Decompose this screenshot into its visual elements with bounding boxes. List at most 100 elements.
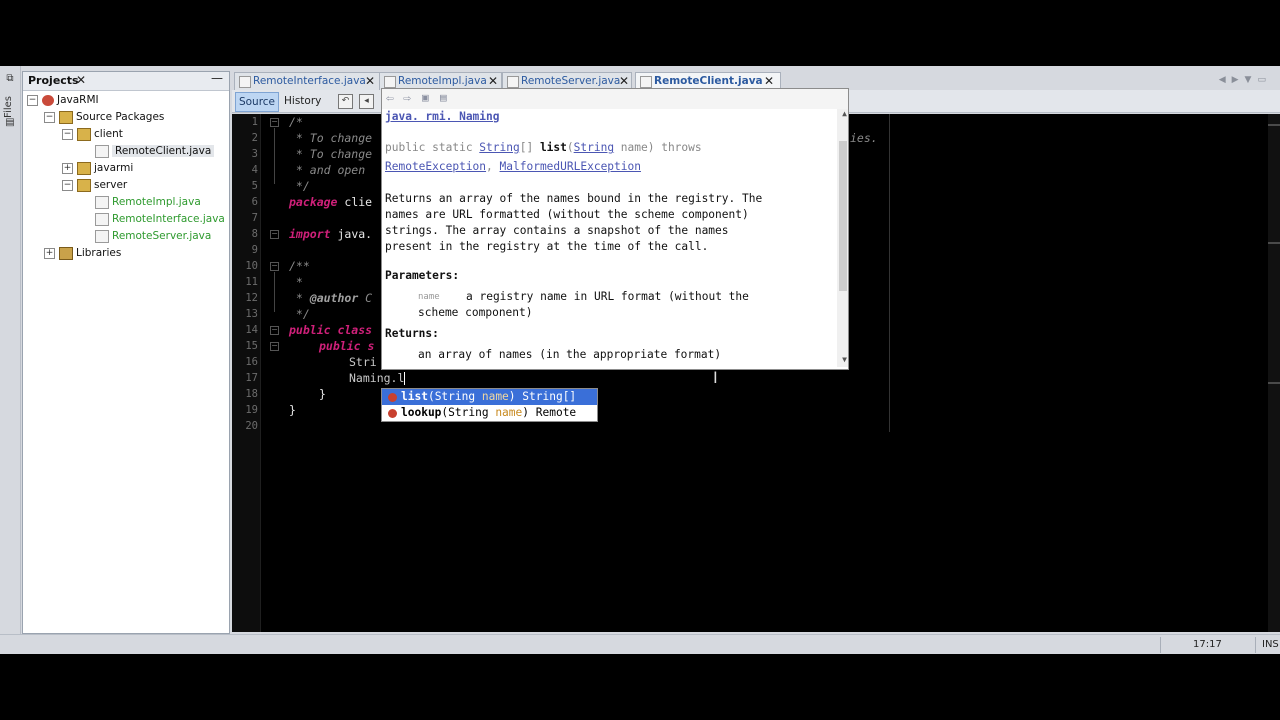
code-line-6: package clie (289, 195, 373, 209)
code-line-16: Stri (349, 355, 377, 369)
scroll-up-icon[interactable]: ▲ (842, 109, 847, 118)
line-number: 14 (245, 324, 258, 336)
line-number: 6 (251, 196, 258, 208)
code-line-13: */ (289, 307, 310, 321)
status-bar: 17:17 INS (0, 634, 1280, 654)
package-icon (77, 127, 91, 141)
line-number: 12 (245, 292, 258, 304)
javadoc-description: Returns an array of the names bound in t… (385, 192, 763, 205)
method-icon (388, 392, 397, 402)
last-edit-icon[interactable]: ↶ (338, 94, 353, 109)
javadoc-param-name: name (418, 292, 440, 302)
scroll-down-icon[interactable]: ▼ (842, 355, 847, 364)
expand-icon[interactable]: + (44, 247, 55, 259)
error-stripe-mark (1268, 124, 1280, 126)
back-icon[interactable]: ◂ (359, 94, 374, 109)
javadoc-description: strings. The array contains a snapshot o… (385, 224, 729, 237)
open-source-icon[interactable]: ▤ (440, 91, 447, 104)
minimize-icon[interactable]: — (211, 71, 223, 85)
files-window-tab[interactable]: Files (3, 96, 14, 118)
code-line-3: * To change (289, 147, 373, 161)
fold-icon[interactable]: − (270, 342, 279, 351)
tree-node-source-packages[interactable]: − Source Packages (44, 109, 164, 125)
close-tab-icon[interactable]: ✕ (365, 73, 375, 90)
line-number: 11 (245, 276, 258, 288)
text-caret (404, 372, 406, 385)
tree-node-remoteserver[interactable]: RemoteServer.java (95, 228, 211, 244)
line-number: 4 (251, 164, 258, 176)
javadoc-description: names are URL formatted (without the sch… (385, 208, 749, 221)
line-number: 20 (245, 420, 258, 432)
line-number: 19 (245, 404, 258, 416)
status-separator (1160, 637, 1161, 653)
fold-icon[interactable]: − (270, 262, 279, 271)
fold-icon[interactable]: − (270, 326, 279, 335)
collapse-icon[interactable]: − (62, 128, 73, 140)
projects-window-icon[interactable]: ⧉ (3, 72, 17, 86)
error-stripe-mark (1268, 382, 1280, 384)
expand-icon[interactable]: + (62, 162, 73, 174)
tree-node-javarmi-package[interactable]: + javarmi (62, 160, 133, 176)
tree-node-client[interactable]: − client (62, 126, 123, 142)
editor-scrollbar[interactable] (1268, 114, 1280, 632)
side-strip: ⧉ Files ▤ (0, 66, 21, 654)
line-number: 7 (251, 212, 258, 224)
tree-node-remoteimpl[interactable]: RemoteImpl.java (95, 194, 201, 210)
javadoc-popup: ⇦ ⇨ ▣ ▤ java. rmi. Naming public static … (381, 88, 849, 370)
close-icon[interactable]: ✕ (76, 73, 86, 87)
collapse-icon[interactable]: − (27, 94, 38, 106)
tree-node-server[interactable]: − server (62, 177, 127, 193)
completion-item-lookup[interactable]: lookup(String name) Remote (382, 405, 597, 421)
projects-panel: Projects ✕ — − JavaRMI − Source Packages −… (22, 71, 230, 634)
tree-node-remoteinterface[interactable]: RemoteInterface.java (95, 211, 225, 227)
java-file-icon (640, 76, 652, 88)
text-cursor-icon: I (713, 368, 718, 387)
tree-node-remoteclient[interactable]: RemoteClient.java (95, 143, 215, 159)
tree-node-javarmi[interactable]: − JavaRMI (27, 92, 99, 108)
scroll-thumb[interactable] (839, 141, 847, 291)
show-in-browser-icon[interactable]: ▣ (422, 91, 429, 104)
javadoc-params-label: Parameters: (385, 269, 460, 282)
javadoc-description: present in the registry at the time of t… (385, 240, 709, 253)
services-window-icon[interactable]: ▤ (3, 116, 17, 130)
line-number: 8 (251, 228, 258, 240)
code-line-18: } (319, 387, 326, 401)
tab-navigation-icons[interactable]: ◀▶▼▭ (1219, 75, 1272, 85)
package-icon (77, 178, 91, 192)
insert-mode: INS (1262, 639, 1279, 650)
javadoc-scrollbar[interactable]: ▲ ▼ (837, 109, 848, 367)
source-button[interactable]: Source (235, 92, 279, 112)
caret-position: 17:17 (1193, 639, 1222, 650)
completion-item-list[interactable]: list(String name) String[] (382, 389, 597, 405)
projects-tab[interactable]: Projects ✕ — (23, 71, 229, 91)
package-folder-icon (59, 110, 73, 124)
javadoc-class-link[interactable]: java. rmi. Naming (385, 109, 500, 125)
fold-icon[interactable]: − (270, 118, 279, 127)
libraries-icon (59, 246, 73, 260)
forward-icon[interactable]: ⇨ (403, 91, 411, 106)
tree-node-libraries[interactable]: + Libraries (44, 245, 121, 261)
line-number: 3 (251, 148, 258, 160)
line-number: 5 (251, 180, 258, 192)
java-file-icon (384, 76, 396, 88)
projects-tab-title: Projects (28, 74, 79, 87)
status-separator (1255, 637, 1256, 653)
collapse-icon[interactable]: − (62, 179, 73, 191)
back-icon[interactable]: ⇦ (386, 91, 394, 106)
code-line-5: */ (289, 179, 310, 193)
javadoc-exceptions: RemoteException, MalformedURLException (385, 160, 641, 173)
code-completion-list: list(String name) String[] lookup(String… (381, 388, 598, 422)
line-number: 13 (245, 308, 258, 320)
history-button[interactable]: History (284, 92, 321, 110)
package-icon (77, 161, 91, 175)
javadoc-returns-label: Returns: (385, 327, 439, 340)
tab-remoteinterface[interactable]: RemoteInterface.java ✕ (234, 72, 380, 90)
code-line-2: * To change (289, 131, 373, 145)
collapse-icon[interactable]: − (44, 111, 55, 123)
code-line-11: * (289, 275, 303, 289)
code-line-15: public s (319, 339, 375, 353)
line-number: 18 (245, 388, 258, 400)
line-number: 15 (245, 340, 258, 352)
fold-icon[interactable]: − (270, 230, 279, 239)
code-line-10: /** (289, 259, 310, 273)
